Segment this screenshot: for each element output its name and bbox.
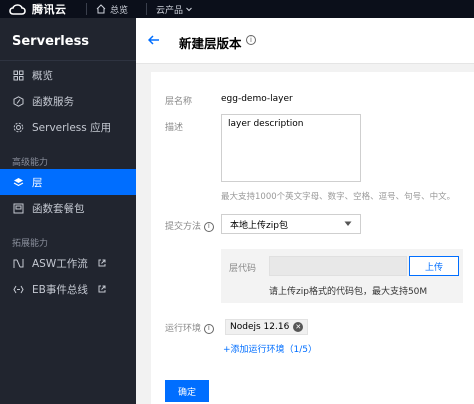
workflow-icon bbox=[12, 257, 24, 269]
sidebar-item-event-bus[interactable]: EB事件总线 bbox=[0, 276, 136, 302]
runtime-label-text: 运行环境 bbox=[165, 324, 202, 334]
home-icon bbox=[96, 4, 106, 14]
page-title: 新建层版本 bbox=[179, 36, 242, 51]
info-icon[interactable]: i bbox=[203, 323, 214, 334]
layer-name-label: 层名称 bbox=[165, 97, 193, 107]
upload-button[interactable]: 上传 bbox=[409, 256, 459, 276]
divider bbox=[86, 3, 87, 15]
runtime-label: 运行环境 i bbox=[165, 321, 214, 334]
sidebar-group-extensions: 拓展能力 bbox=[12, 239, 49, 249]
add-runtime-link[interactable]: +添加运行环境（1/5） bbox=[223, 342, 317, 355]
sidebar-item-label: Serverless 应用 bbox=[32, 121, 112, 134]
brand-name: 腾讯云 bbox=[32, 3, 67, 16]
layer-code-label: 层代码 bbox=[229, 264, 257, 274]
sidebar-item-asw-workflow[interactable]: ASW工作流 bbox=[0, 250, 136, 276]
confirm-button[interactable]: 确定 bbox=[165, 380, 209, 402]
top-nav-bar: 腾讯云 总览 云产品 bbox=[0, 0, 474, 18]
external-link-icon bbox=[98, 285, 106, 293]
description-hint: 最大支持1000个英文字母、数字、空格、逗号、句号、中文。 bbox=[221, 192, 456, 202]
sidebar-group-advanced: 高级能力 bbox=[12, 158, 49, 168]
runtime-tag: Nodejs 12.16 ✕ bbox=[225, 319, 309, 335]
sidebar-title: Serverless bbox=[12, 34, 90, 49]
info-icon[interactable]: i bbox=[246, 35, 256, 45]
caret-down-icon bbox=[344, 221, 352, 226]
back-button[interactable] bbox=[148, 32, 162, 48]
event-bus-icon bbox=[12, 283, 24, 295]
divider bbox=[0, 60, 136, 61]
create-layer-form: 层名称 egg-demo-layer 描述 layer description … bbox=[151, 72, 474, 404]
sidebar-item-label: 层 bbox=[32, 176, 43, 189]
layer-code-input[interactable] bbox=[269, 256, 407, 276]
close-icon[interactable]: ✕ bbox=[293, 322, 304, 332]
hexagon-icon bbox=[12, 95, 24, 107]
layer-name-value: egg-demo-layer bbox=[221, 94, 293, 104]
package-icon bbox=[12, 202, 24, 214]
sidebar-item-functions[interactable]: 函数服务 bbox=[0, 88, 136, 114]
products-menu[interactable]: 云产品 bbox=[156, 2, 193, 16]
tencent-cloud-logo[interactable]: 腾讯云 bbox=[8, 2, 67, 16]
sidebar-item-overview[interactable]: 概览 bbox=[0, 62, 136, 88]
sidebar: Serverless 概览 函数服务 Serverless 应用 高级能力 层 … bbox=[0, 18, 136, 404]
description-textarea[interactable]: layer description bbox=[221, 114, 361, 182]
products-label: 云产品 bbox=[156, 5, 184, 16]
external-link-icon bbox=[98, 259, 106, 267]
cloud-logo-icon bbox=[9, 4, 26, 15]
layers-icon bbox=[12, 176, 24, 188]
sidebar-item-label: 概览 bbox=[32, 69, 53, 82]
submit-method-label: 提交方法 i bbox=[165, 219, 214, 232]
submit-method-value: 本地上传zip包 bbox=[230, 220, 288, 231]
sidebar-item-label: 函数服务 bbox=[32, 95, 74, 108]
sidebar-item-layers[interactable]: 层 bbox=[0, 169, 136, 195]
sidebar-item-function-package[interactable]: 函数套餐包 bbox=[0, 195, 136, 221]
description-label: 描述 bbox=[165, 123, 184, 133]
divider bbox=[146, 3, 147, 15]
upload-panel: 层代码 上传 请上传zip格式的代码包，最大支持50M bbox=[221, 249, 463, 303]
sidebar-item-serverless-app[interactable]: Serverless 应用 bbox=[0, 114, 136, 140]
runtime-tag-label: Nodejs 12.16 bbox=[230, 322, 290, 332]
sidebar-item-label: ASW工作流 bbox=[32, 257, 88, 270]
info-icon[interactable]: i bbox=[203, 221, 214, 232]
home-link[interactable]: 总览 bbox=[96, 2, 128, 16]
sidebar-item-label: 函数套餐包 bbox=[32, 202, 85, 215]
sidebar-item-label: EB事件总线 bbox=[32, 283, 88, 296]
grid-icon bbox=[12, 69, 24, 81]
upload-hint: 请上传zip格式的代码包，最大支持50M bbox=[269, 287, 428, 297]
arrow-left-icon bbox=[148, 35, 159, 45]
submit-method-select[interactable]: 本地上传zip包 bbox=[221, 214, 361, 234]
chevron-down-icon bbox=[186, 7, 192, 12]
home-label: 总览 bbox=[110, 5, 129, 16]
submit-method-label-text: 提交方法 bbox=[165, 222, 202, 232]
page-header: 新建层版本 i bbox=[136, 18, 474, 64]
gear-icon bbox=[12, 121, 24, 133]
